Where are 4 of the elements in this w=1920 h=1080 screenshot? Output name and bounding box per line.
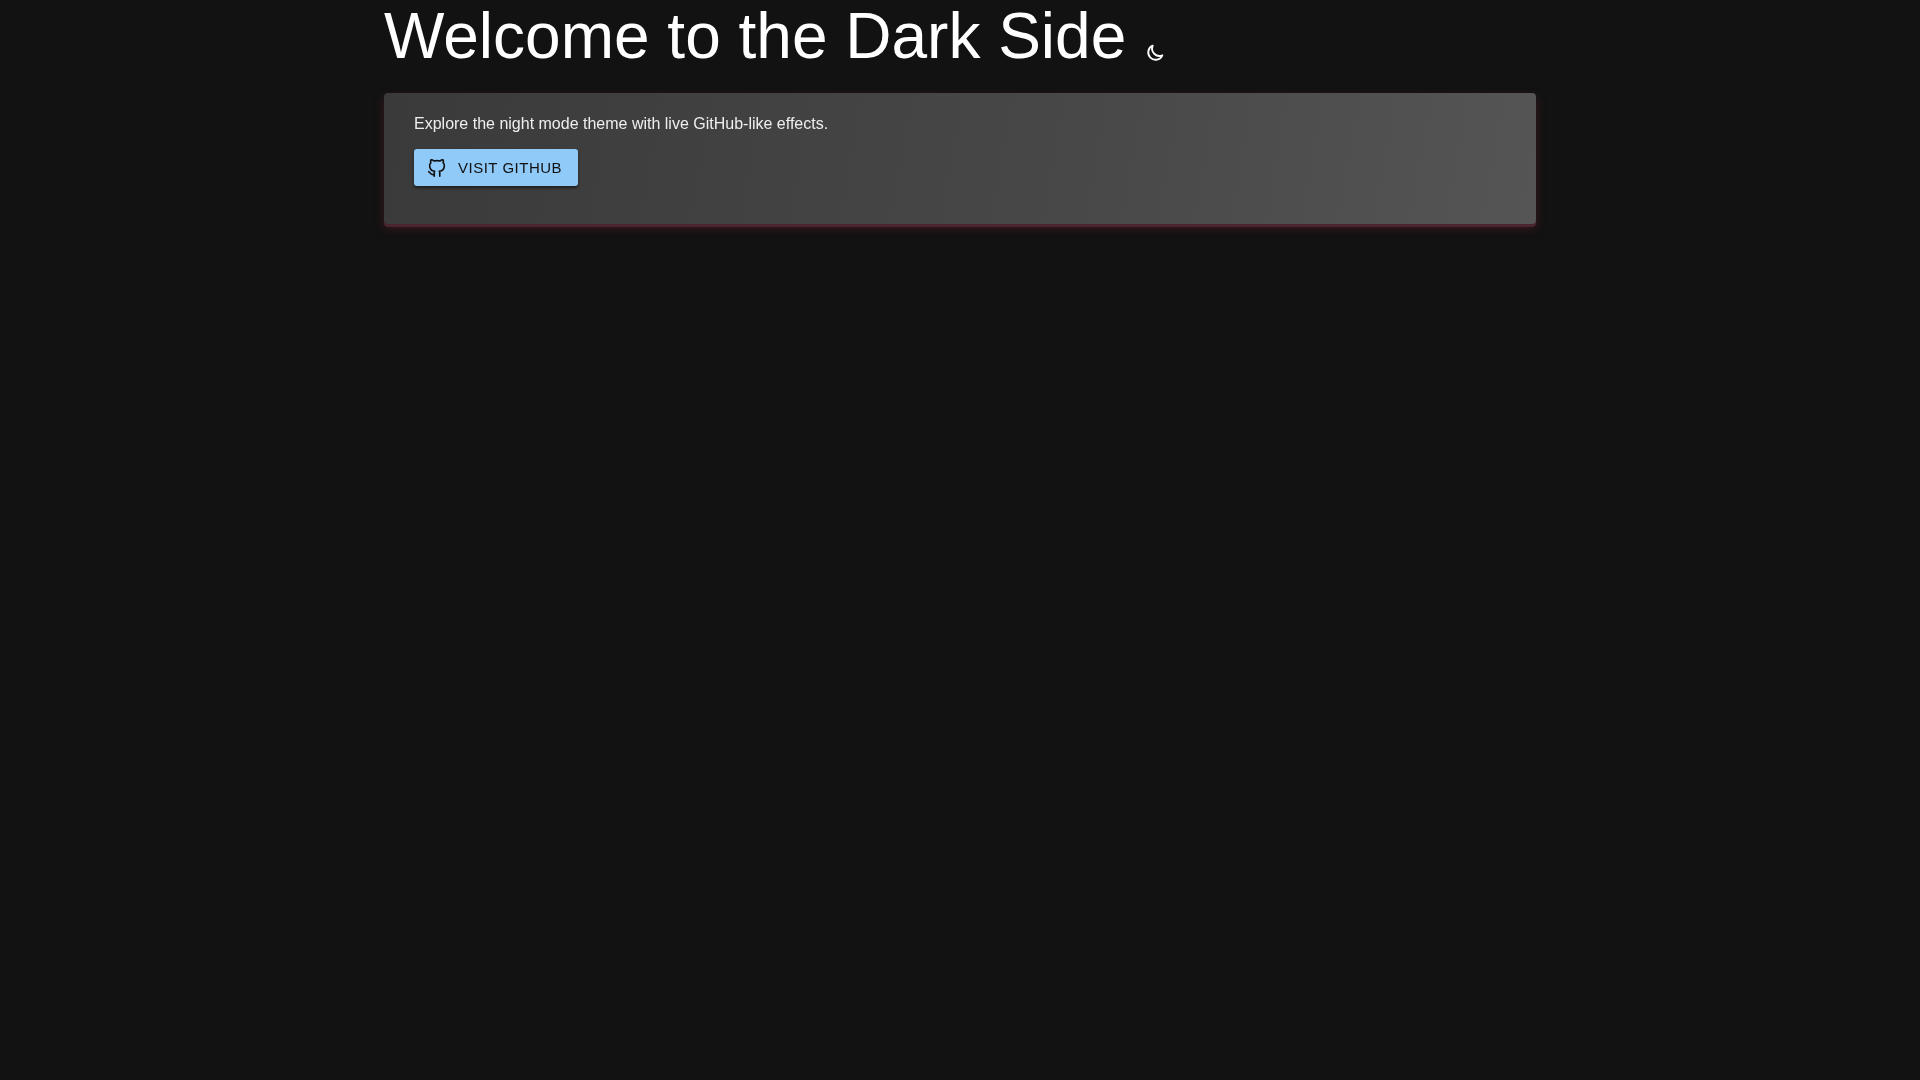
card-text: Explore the night mode theme with live GitHub-like effects. — [414, 114, 830, 134]
cat-icon — [426, 156, 448, 179]
visit-github-button[interactable]: VISIT GITHUB — [414, 149, 579, 186]
page-title: Welcome to the Dark Side — [384, 0, 1127, 72]
